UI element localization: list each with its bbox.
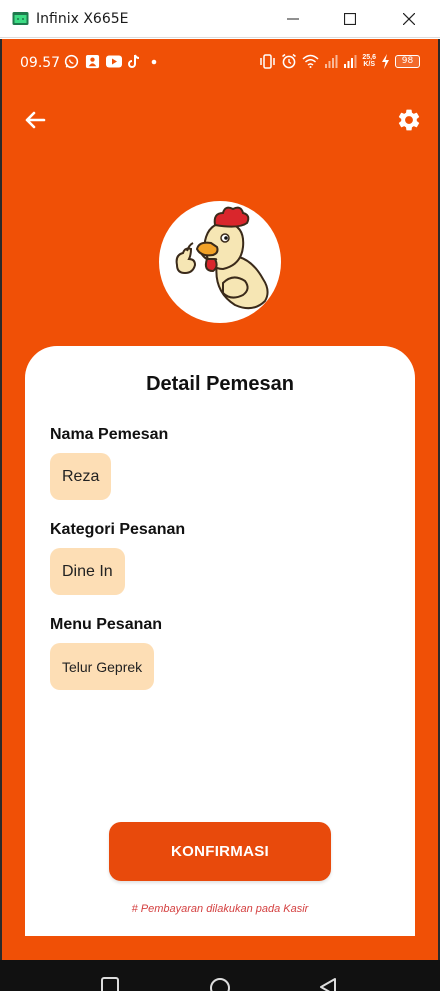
signal-icon [325, 55, 338, 68]
maximize-button[interactable] [320, 0, 380, 38]
dot-icon [151, 59, 157, 64]
close-button[interactable] [379, 0, 439, 38]
youtube-icon [106, 55, 122, 68]
status-time: 09.57 [20, 55, 61, 71]
customer-name-value: Reza [50, 453, 112, 500]
payment-note: # Pembayaran dilakukan pada Kasir [131, 903, 309, 915]
signal-icon [344, 55, 357, 68]
battery-indicator: 98 [395, 54, 420, 68]
order-detail-card: Detail Pemesan Nama Pemesan Reza Kategor… [25, 346, 415, 936]
alarm-icon [282, 53, 297, 69]
confirm-button[interactable]: KONFIRMASI [109, 822, 331, 881]
chicken-mascot-logo [175, 206, 269, 310]
order-menu-value: Telur Geprek [50, 643, 155, 690]
card-title: Detail Pemesan [146, 373, 294, 395]
close-icon [403, 13, 415, 25]
minimize-button[interactable] [263, 0, 323, 38]
phone-screen: 09.57 25,6 K/S 98 Detail Pemesan Nama Pe… [0, 39, 440, 991]
minimize-icon [287, 18, 299, 20]
order-menu-label: Menu Pesanan [50, 616, 163, 633]
contacts-icon [85, 54, 100, 69]
customer-name-label: Nama Pemesan [50, 426, 169, 443]
vibrate-icon [260, 53, 276, 69]
phone-bezel-left [0, 39, 2, 991]
android-emulator-icon [12, 12, 29, 25]
wifi-icon [302, 54, 319, 68]
maximize-icon [344, 13, 356, 25]
system-nav-bar [0, 960, 440, 991]
restaurant-logo [159, 201, 281, 323]
network-speed: 25,6 K/S [362, 54, 376, 68]
order-category-value: Dine In [50, 548, 125, 595]
home-icon[interactable] [209, 977, 231, 991]
gear-icon [398, 109, 420, 131]
back-triangle-icon[interactable] [318, 977, 338, 991]
tiktok-icon [128, 54, 140, 68]
order-category-label: Kategori Pesanan [50, 521, 186, 538]
whatsapp-icon [64, 54, 79, 69]
arrow-left-icon [25, 111, 46, 129]
window-title-bar: Infinix X665E [0, 0, 440, 38]
recent-apps-icon[interactable] [101, 977, 119, 991]
settings-button[interactable] [394, 105, 424, 135]
window-title: Infinix X665E [36, 11, 129, 27]
status-bar: 09.57 25,6 K/S 98 [0, 39, 440, 85]
back-button[interactable] [20, 105, 50, 135]
charging-icon [382, 53, 389, 69]
